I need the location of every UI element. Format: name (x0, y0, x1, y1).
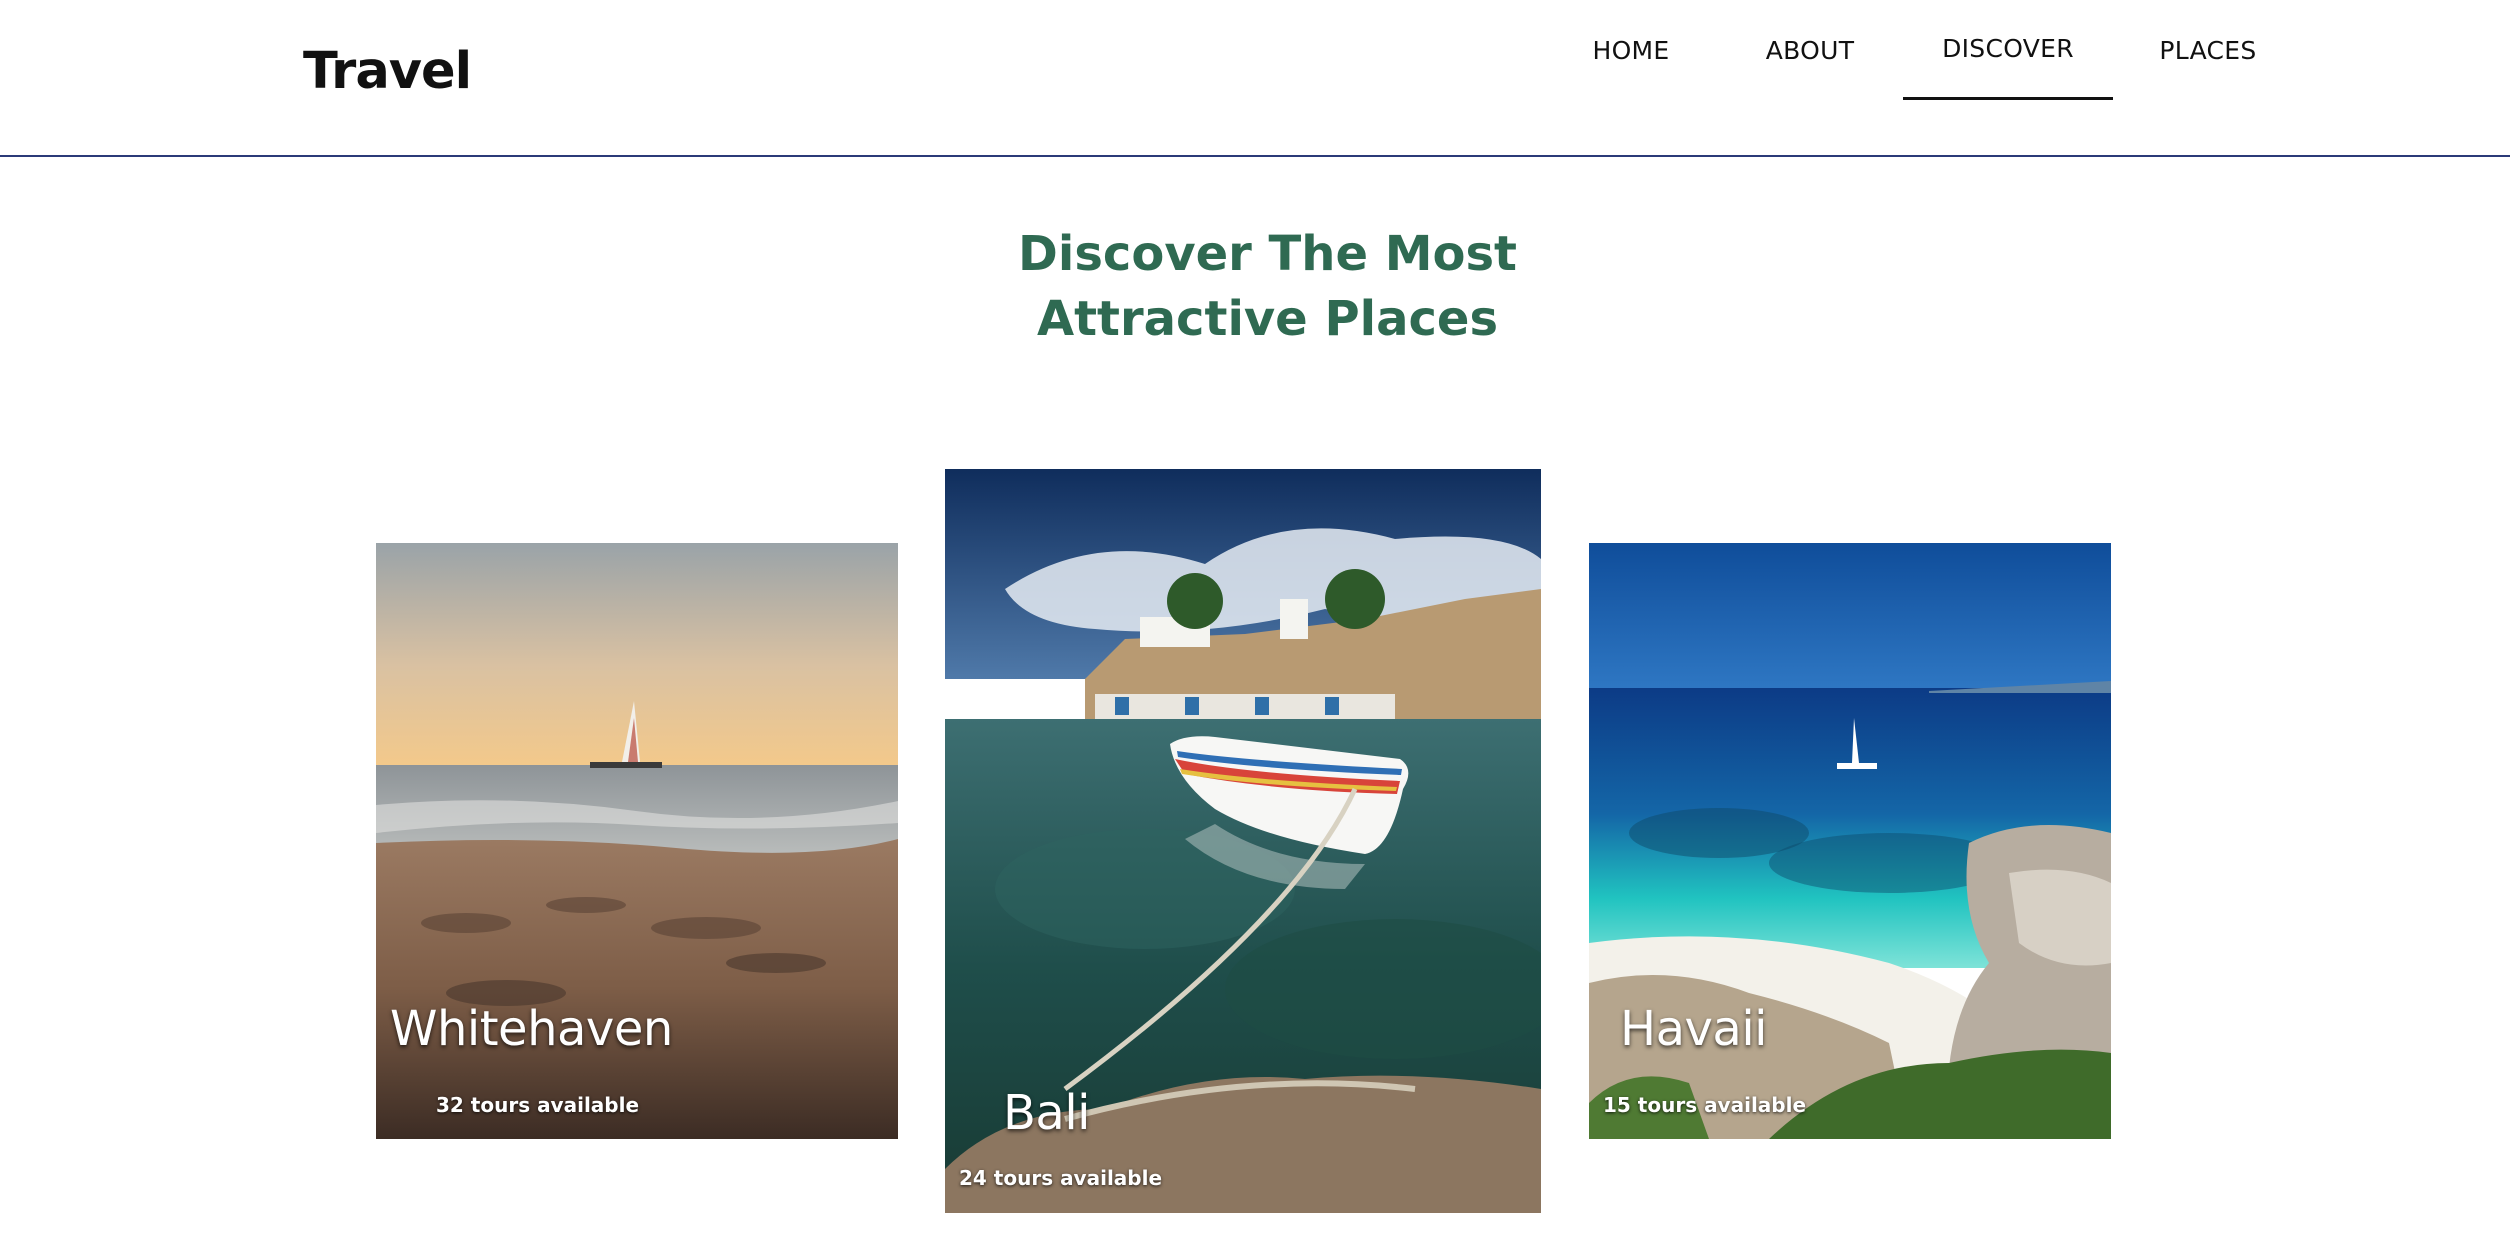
card-tours: 24 tours available (959, 1166, 1163, 1190)
card-tours: 15 tours available (1603, 1093, 1807, 1117)
place-card-havaii[interactable]: Havaii 15 tours available (1589, 543, 2111, 1139)
place-card-bali[interactable]: Bali 24 tours available (945, 469, 1541, 1213)
nav-item-home[interactable]: HOME (1560, 0, 1702, 100)
card-tours: 32 tours available (436, 1093, 640, 1117)
card-title: Bali (1003, 1085, 1091, 1141)
nav-item-discover[interactable]: DISCOVER (1903, 0, 2113, 100)
heading-line-2: Attractive Places (1036, 291, 1499, 347)
nav-item-places[interactable]: PLACES (2138, 0, 2278, 100)
heading-line-1: Discover The Most (1018, 226, 1517, 282)
logo[interactable]: Travel (303, 42, 472, 101)
card-title: Whitehaven (390, 1001, 673, 1057)
nav-item-about[interactable]: ABOUT (1740, 0, 1880, 100)
site-header: Travel HOME ABOUT DISCOVER PLACES (0, 0, 2510, 157)
section-heading: Discover The Most Attractive Places (0, 222, 2510, 352)
place-card-whitehaven[interactable]: Whitehaven 32 tours available (376, 543, 898, 1139)
card-title: Havaii (1620, 1001, 1768, 1057)
